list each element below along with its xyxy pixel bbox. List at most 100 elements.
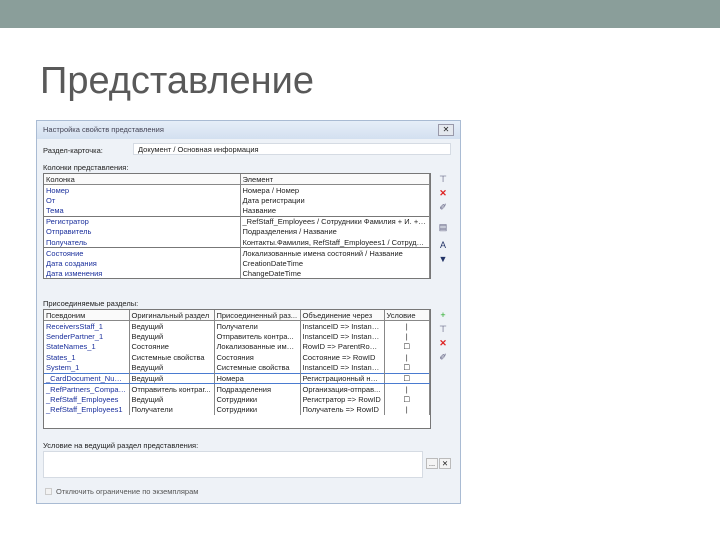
eraser-icon[interactable]: ✐ [436,201,450,214]
alias-cell: _RefPartners_Compan... [44,383,130,394]
table-row[interactable]: Дата создания CreationDateTime [44,258,430,269]
original-section-cell: Ведущий [129,372,215,384]
columns-label: Колонки представления: [43,163,129,172]
joined-section-cell: Отправитель контра... [214,331,301,342]
dialog-title: Настройка свойств представления [37,121,460,139]
element-cell: Название [240,205,430,216]
joined-section-cell: Номера [214,372,301,384]
join-via-cell: Регистрационный номер [300,372,385,384]
top-bar [0,0,720,28]
element-cell: Контакты.Фамилия, RefStaff_Employees1 / … [240,237,430,248]
table-row[interactable]: От Дата регистрации [44,195,430,206]
edit-icon[interactable]: ⊤ [436,173,450,186]
joined-section-cell: Состояния [214,352,301,363]
column-cell: Получатель [44,237,241,248]
column-cell: Дата изменения [44,268,241,278]
delete-icon[interactable]: ✕ [436,187,450,200]
alias-cell: ReceiversStaff_1 [44,320,130,331]
join-via-cell: RowID => ParentRowID [300,341,385,352]
table-row[interactable]: Дата изменения ChangeDateTime [44,268,430,278]
element-cell: Дата регистрации [240,195,430,206]
element-cell: Номера / Номер [240,184,430,195]
join-via-cell: Организация-отправ... [300,383,385,394]
condition-cell[interactable]: ☐ [384,341,430,352]
view-settings-dialog: Настройка свойств представления ✕ Раздел… [36,120,461,504]
column-header[interactable]: Псевдоним [44,310,130,321]
table-row[interactable]: _RefStaff_Employees Ведущий Сотрудники Реги… [44,394,430,405]
table-row[interactable]: States_1 Системные свойства Состояния Состо… [44,352,430,363]
column-cell: Отправитель [44,226,241,237]
column-header[interactable]: Колонка [44,174,241,185]
joined-sections-label: Присоединяемые разделы: [43,299,139,308]
table-row[interactable]: ReceiversStaff_1 Ведущий Получатели Instanc… [44,320,430,331]
join-via-cell: Получатель => RowID [300,404,385,415]
table-row[interactable]: Получатель Контакты.Фамилия, RefStaff_Emp… [44,237,430,248]
alias-cell: States_1 [44,352,130,363]
browse-button[interactable]: ... [426,458,438,469]
alias-cell: SenderPartner_1 [44,331,130,342]
joined-section-cell: Подразделения [214,383,301,394]
original-section-cell: Системные свойства [129,352,215,363]
header-section-label: Раздел-карточка: [43,146,103,155]
column-header[interactable]: Объединение через [300,310,385,321]
alias-cell: _RefStaff_Employees [44,394,130,405]
sort-down-icon[interactable]: ▼ [436,253,450,266]
condition-cell[interactable]: | [384,331,430,342]
column-header[interactable]: Присоединенный раз... [214,310,301,321]
column-header[interactable]: Элемент [240,174,430,185]
table-row[interactable]: _RefPartners_Compan... Отправитель контра… [44,383,430,394]
alias-cell: _CardDocument_Numb... [44,372,130,384]
condition-cell[interactable]: ☐ [384,394,430,405]
table-row[interactable]: Отправитель Подразделения / Название [44,226,430,237]
original-section-cell: Получатели [129,404,215,415]
table-row[interactable]: System_1 Ведущий Системные свойства Instanc… [44,362,430,373]
eraser-icon[interactable]: ✐ [436,351,450,364]
condition-cell[interactable]: | [384,404,430,415]
delete-icon[interactable]: ✕ [436,337,450,350]
header-section-field[interactable]: Документ / Основная информация [133,143,451,155]
condition-cell[interactable]: ☐ [384,362,430,373]
joined-section-cell: Системные свойства [214,362,301,373]
column-cell: Регистратор [44,215,241,227]
joined-sections-table[interactable]: Псевдоним Оригинальный раздел Присоедине… [43,309,431,429]
column-header[interactable]: Условие [384,310,430,321]
table-row[interactable]: Тема Название [44,205,430,216]
join-via-cell: Регистратор => RowID [300,394,385,405]
column-header[interactable]: Оригинальный раздел [129,310,215,321]
condition-cell[interactable]: | [384,383,430,394]
condition-cell[interactable]: | [384,352,430,363]
close-button[interactable]: ✕ [438,124,454,136]
joined-section-cell: Локализованные имена [214,341,301,352]
sort-up-icon[interactable]: A [436,239,450,252]
table-row[interactable]: _CardDocument_Numb... Ведущий Номера Регист… [44,372,430,384]
table-row[interactable]: SenderPartner_1 Ведущий Отправитель контра… [44,331,430,342]
table-row[interactable]: Состояние Локализованные имена состояний … [44,247,430,258]
original-section-cell: Ведущий [129,320,215,331]
clear-button[interactable]: ✕ [439,458,451,469]
table-row[interactable]: _RefStaff_Employees1 Получатели Сотрудники… [44,404,430,415]
condition-input[interactable] [43,451,423,478]
element-cell: ChangeDateTime [240,268,430,278]
join-via-cell: InstanceID => InstanceID [300,362,385,373]
column-cell: Номер [44,184,241,195]
edit-icon[interactable]: ⊤ [436,323,450,336]
joined-section-cell: Сотрудники [214,404,301,415]
properties-icon[interactable]: ▤ [436,221,450,234]
disable-restriction-checkbox[interactable] [45,488,52,495]
condition-cell[interactable]: | [384,320,430,331]
original-section-cell: Ведущий [129,362,215,373]
add-icon[interactable]: + [436,309,450,322]
condition-cell[interactable]: ☐ [384,372,430,384]
table-row[interactable]: Номер Номера / Номер [44,184,430,195]
original-section-cell: Состояние [129,341,215,352]
column-cell: Тема [44,205,241,216]
joined-section-cell: Получатели [214,320,301,331]
join-via-cell: InstanceID => InstanceID [300,320,385,331]
columns-table[interactable]: Колонка Элемент Номер Номера / Номер От Дата… [43,173,431,279]
join-via-cell: Состояние => RowID [300,352,385,363]
table-row[interactable]: Регистратор _RefStaff_Employees / Сотрудн… [44,215,430,227]
column-cell: От [44,195,241,206]
join-via-cell: InstanceID => InstanceID [300,331,385,342]
original-section-cell: Ведущий [129,331,215,342]
table-row[interactable]: StateNames_1 Состояние Локализованные имен… [44,341,430,352]
